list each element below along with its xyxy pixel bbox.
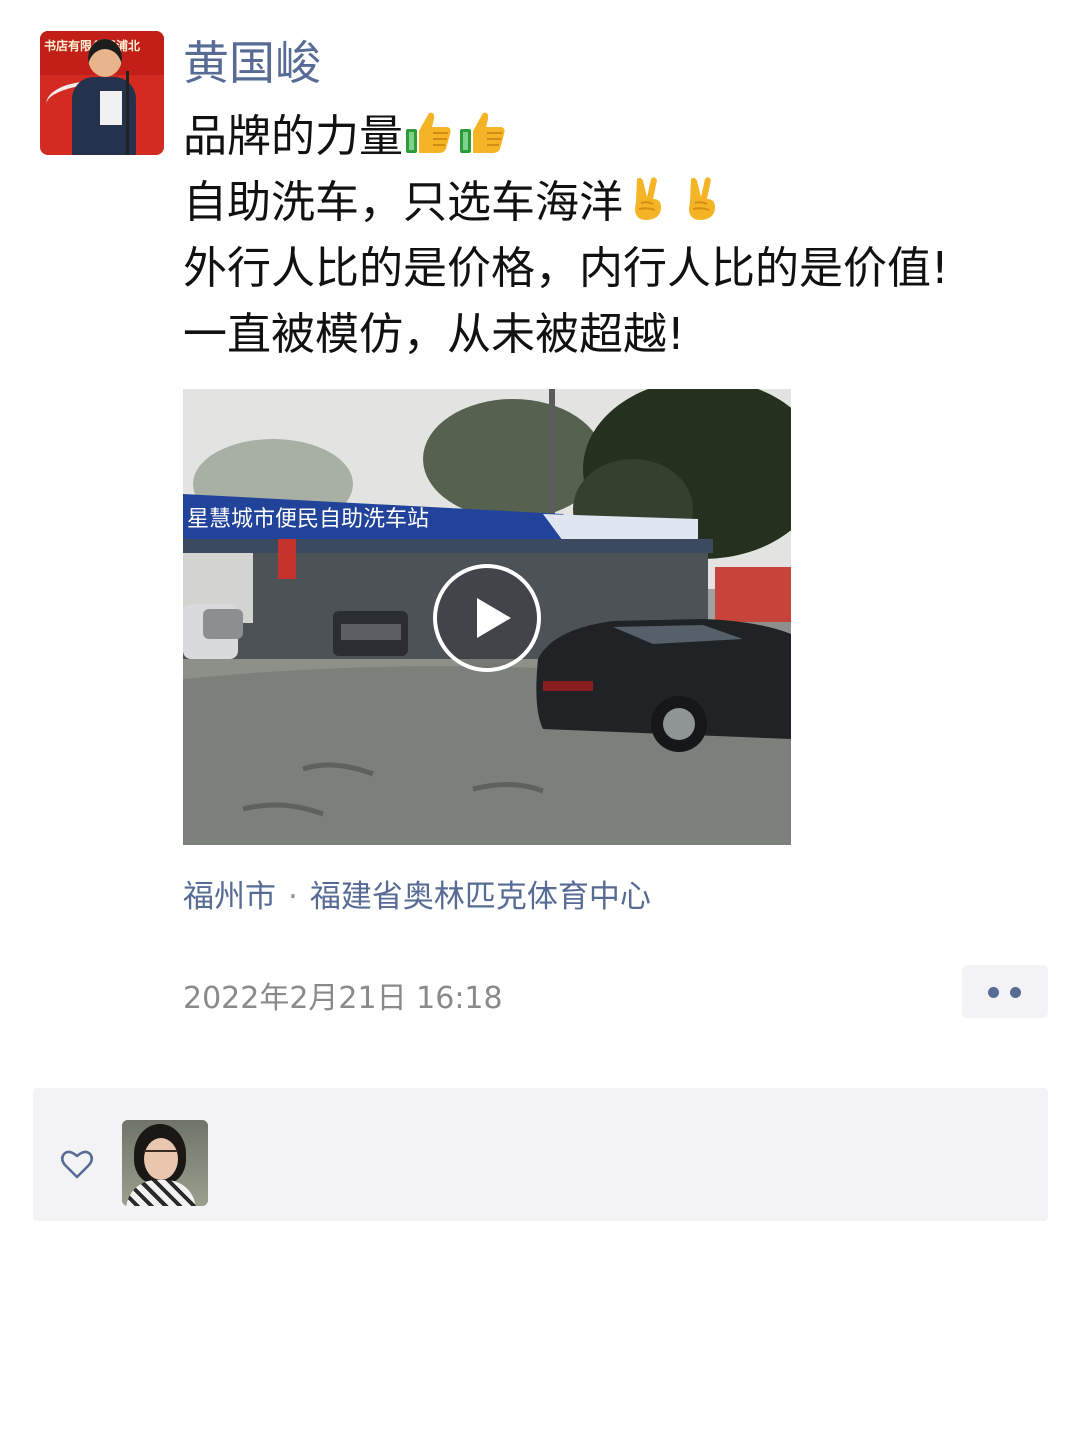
thumbs-up-icon <box>460 112 505 153</box>
more-button[interactable] <box>962 965 1048 1018</box>
victory-hand-icon <box>635 177 661 220</box>
play-button[interactable] <box>433 564 541 672</box>
avatar-person-head <box>88 39 122 77</box>
video-sign-text: 星慧城市便民自助洗车站 <box>187 507 429 532</box>
avatar-paper <box>100 91 122 125</box>
victory-hand-icon <box>689 177 715 220</box>
thumbs-up-icon <box>406 112 451 153</box>
more-dots-icon <box>1010 987 1021 998</box>
post-line-1: 品牌的力量 <box>183 104 949 170</box>
post-line-1-text: 品牌的力量 <box>183 111 403 162</box>
avatar-microphone <box>126 71 129 155</box>
location-place: 福建省奥林匹克体育中心 <box>309 879 651 915</box>
post-text: 品牌的力量 自助洗车，只选车海洋 外行人比的是价格，内行人比的是价值! 一直被模… <box>183 104 949 368</box>
video-thumbnail[interactable]: 星慧城市便民自助洗车站 <box>183 389 791 845</box>
more-dots-icon <box>988 987 999 998</box>
liker-avatar[interactable] <box>122 1120 208 1206</box>
post-timestamp: 2022年2月21日 16:18 <box>183 981 503 1016</box>
liker-avatar-glasses <box>144 1150 178 1160</box>
play-icon <box>477 598 511 638</box>
location-city: 福州市 <box>183 879 276 915</box>
poster-name[interactable]: 黄国峻 <box>183 34 321 92</box>
location-separator: · <box>288 879 298 915</box>
location-link[interactable]: 福州市 · 福建省奥林匹克体育中心 <box>183 875 651 919</box>
likes-panel <box>33 1088 1048 1221</box>
post-line-2-text: 自助洗车，只选车海洋 <box>183 177 623 228</box>
post-line-4: 一直被模仿，从未被超越! <box>183 309 685 360</box>
heart-outline-icon <box>60 1150 94 1179</box>
post-line-3: 外行人比的是价格，内行人比的是价值! <box>183 243 949 294</box>
poster-avatar[interactable]: 书店有限公司浦北 <box>40 31 164 155</box>
post-line-2: 自助洗车，只选车海洋 <box>183 170 949 236</box>
